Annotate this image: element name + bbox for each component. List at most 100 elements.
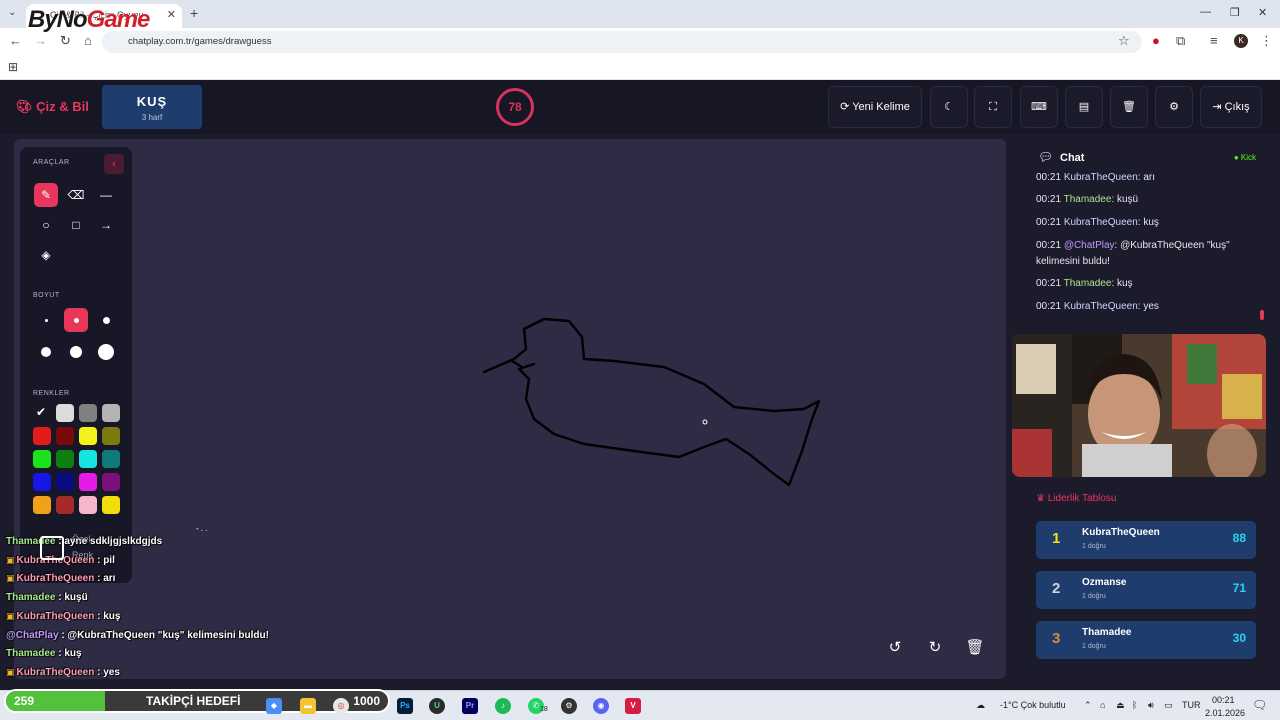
color-swatch[interactable] bbox=[79, 496, 97, 514]
pencil-tool[interactable]: ✎ bbox=[34, 183, 58, 207]
size-3[interactable] bbox=[94, 308, 118, 332]
color-swatch[interactable] bbox=[56, 473, 74, 491]
arrow-tool[interactable]: → bbox=[94, 213, 118, 237]
bookmark-star-icon[interactable]: ☆ bbox=[1118, 33, 1130, 49]
battery-icon[interactable]: ▭ bbox=[1164, 700, 1173, 711]
chrome-icon[interactable]: ◎ bbox=[333, 698, 349, 714]
copilot-icon[interactable]: ◆ bbox=[266, 698, 282, 714]
minimize-icon[interactable]: — bbox=[1200, 6, 1211, 18]
fullscreen-button[interactable]: ⛶ bbox=[974, 86, 1012, 128]
profile-avatar[interactable]: K bbox=[1234, 34, 1248, 48]
archive-button[interactable]: ▤ bbox=[1065, 86, 1103, 128]
app-logo-text: Çiz & Bil bbox=[36, 99, 89, 114]
overlay-chat-text: : yes bbox=[94, 666, 120, 678]
circle-tool[interactable]: ○ bbox=[34, 213, 58, 237]
close-icon[interactable]: ✕ bbox=[167, 8, 176, 21]
color-swatch[interactable] bbox=[33, 473, 51, 491]
language-indicator[interactable]: TUR bbox=[1182, 700, 1201, 710]
close-window-icon[interactable]: ✕ bbox=[1258, 6, 1267, 19]
dark-mode-button[interactable]: ☾ bbox=[930, 86, 968, 128]
chat-username[interactable]: KubraTheQueen bbox=[1064, 301, 1138, 312]
rectangle-tool[interactable]: □ bbox=[64, 213, 88, 237]
apps-grid-icon[interactable]: ⊞ bbox=[8, 60, 18, 74]
photoshop-icon[interactable]: Ps bbox=[397, 698, 413, 714]
size-2[interactable] bbox=[64, 308, 88, 332]
bluetooth-icon[interactable]: ᛒ bbox=[1132, 700, 1137, 710]
new-tab-icon[interactable]: + bbox=[190, 5, 198, 21]
chat-time: 00:21 bbox=[1036, 194, 1064, 205]
color-swatch[interactable] bbox=[79, 404, 97, 422]
custom-color-box[interactable] bbox=[40, 536, 64, 560]
leaderboard-correct: 1 doğru bbox=[1082, 593, 1106, 600]
crown-icon: ♛ bbox=[1036, 493, 1045, 504]
color-swatch[interactable] bbox=[33, 427, 51, 445]
eraser-tool[interactable]: ⌫ bbox=[64, 183, 88, 207]
explorer-icon[interactable]: ▬ bbox=[300, 698, 316, 714]
chat-username[interactable]: Thamadee bbox=[1064, 194, 1112, 205]
redo-button[interactable]: ↻ bbox=[920, 633, 950, 663]
usb-icon[interactable]: ⏏ bbox=[1116, 700, 1125, 711]
color-swatch[interactable] bbox=[33, 450, 51, 468]
clear-button[interactable]: 🗑︎ bbox=[1110, 86, 1148, 128]
discord-icon[interactable]: ◉ bbox=[593, 698, 609, 714]
premiere-icon[interactable]: Pr bbox=[462, 698, 478, 714]
exit-button[interactable]: ⇥ Çıkış bbox=[1200, 86, 1262, 128]
size-4[interactable] bbox=[34, 340, 58, 364]
undo-button[interactable]: ↺ bbox=[880, 633, 910, 663]
vivaldi-icon[interactable]: V bbox=[625, 698, 641, 714]
chat-username[interactable]: Thamadee bbox=[1064, 278, 1112, 289]
upwork-icon[interactable]: U bbox=[429, 698, 445, 714]
custom-color-label: Özel bbox=[72, 534, 91, 544]
size-1[interactable] bbox=[34, 308, 58, 332]
color-swatch[interactable] bbox=[102, 473, 120, 491]
color-swatch[interactable] bbox=[79, 427, 97, 445]
color-swatch[interactable] bbox=[102, 496, 120, 514]
extensions-puzzle-icon[interactable]: ⧉ bbox=[1176, 33, 1185, 49]
new-word-button[interactable]: ⟳ Yeni Kelime bbox=[828, 86, 922, 128]
app-logo[interactable]: 🎨︎ Çiz & Bil bbox=[16, 99, 89, 115]
collapse-panel-button[interactable]: ‹ bbox=[104, 154, 124, 174]
chat-scrollbar[interactable] bbox=[1260, 310, 1264, 320]
color-swatch[interactable] bbox=[79, 450, 97, 468]
clock-time[interactable]: 00:21 bbox=[1212, 695, 1235, 705]
volume-icon[interactable]: 🔊︎ bbox=[1148, 700, 1154, 711]
forward-icon[interactable]: → bbox=[34, 33, 47, 48]
line-tool[interactable]: — bbox=[94, 183, 118, 207]
color-swatch[interactable] bbox=[33, 496, 51, 514]
extension-icon[interactable]: ● bbox=[1152, 33, 1160, 48]
fill-tool[interactable]: ◈ bbox=[34, 243, 58, 267]
size-5[interactable] bbox=[64, 340, 88, 364]
color-swatch[interactable] bbox=[56, 496, 74, 514]
keyboard-button[interactable]: ⌨ bbox=[1020, 86, 1058, 128]
clock-date[interactable]: 2.01.2026 bbox=[1205, 708, 1245, 718]
chat-username[interactable]: @ChatPlay bbox=[1064, 240, 1115, 251]
home-icon[interactable]: ⌂ bbox=[84, 33, 92, 48]
color-swatch[interactable]: ✔ bbox=[33, 404, 51, 422]
tab-list-icon[interactable]: ⌄ bbox=[8, 7, 16, 18]
color-swatch[interactable] bbox=[56, 450, 74, 468]
drawing-canvas[interactable]: - . . bbox=[14, 139, 1006, 679]
weather-text[interactable]: -1°C Çok bulutlu bbox=[1000, 700, 1066, 710]
chat-username[interactable]: KubraTheQueen bbox=[1064, 217, 1138, 228]
color-swatch[interactable] bbox=[79, 473, 97, 491]
settings-button[interactable]: ⚙ bbox=[1155, 86, 1193, 128]
color-swatch[interactable] bbox=[102, 404, 120, 422]
clear-canvas-button[interactable]: 🗑︎ bbox=[960, 633, 990, 663]
notification-icon[interactable]: 🗨︎ bbox=[1252, 698, 1267, 712]
spotify-icon[interactable]: ♪ bbox=[495, 698, 511, 714]
color-swatch[interactable] bbox=[56, 427, 74, 445]
restore-icon[interactable]: ❐ bbox=[1230, 6, 1240, 19]
reload-icon[interactable]: ↻ bbox=[60, 33, 71, 49]
color-swatch[interactable] bbox=[56, 404, 74, 422]
color-swatch[interactable] bbox=[102, 450, 120, 468]
reading-list-icon[interactable]: ≡ bbox=[1210, 33, 1218, 48]
url-field[interactable]: chatplay.com.tr/games/drawguess bbox=[102, 31, 1142, 53]
tray-chevron-icon[interactable]: ⌃ bbox=[1084, 700, 1092, 711]
menu-icon[interactable]: ⋮ bbox=[1260, 33, 1273, 49]
chat-username[interactable]: KubraTheQueen bbox=[1064, 172, 1138, 183]
color-swatch[interactable] bbox=[102, 427, 120, 445]
size-6[interactable] bbox=[94, 340, 118, 364]
network-icon[interactable]: ⌂ bbox=[1100, 700, 1105, 710]
steam-icon[interactable]: ⚙ bbox=[561, 698, 577, 714]
back-icon[interactable]: ← bbox=[9, 33, 22, 48]
